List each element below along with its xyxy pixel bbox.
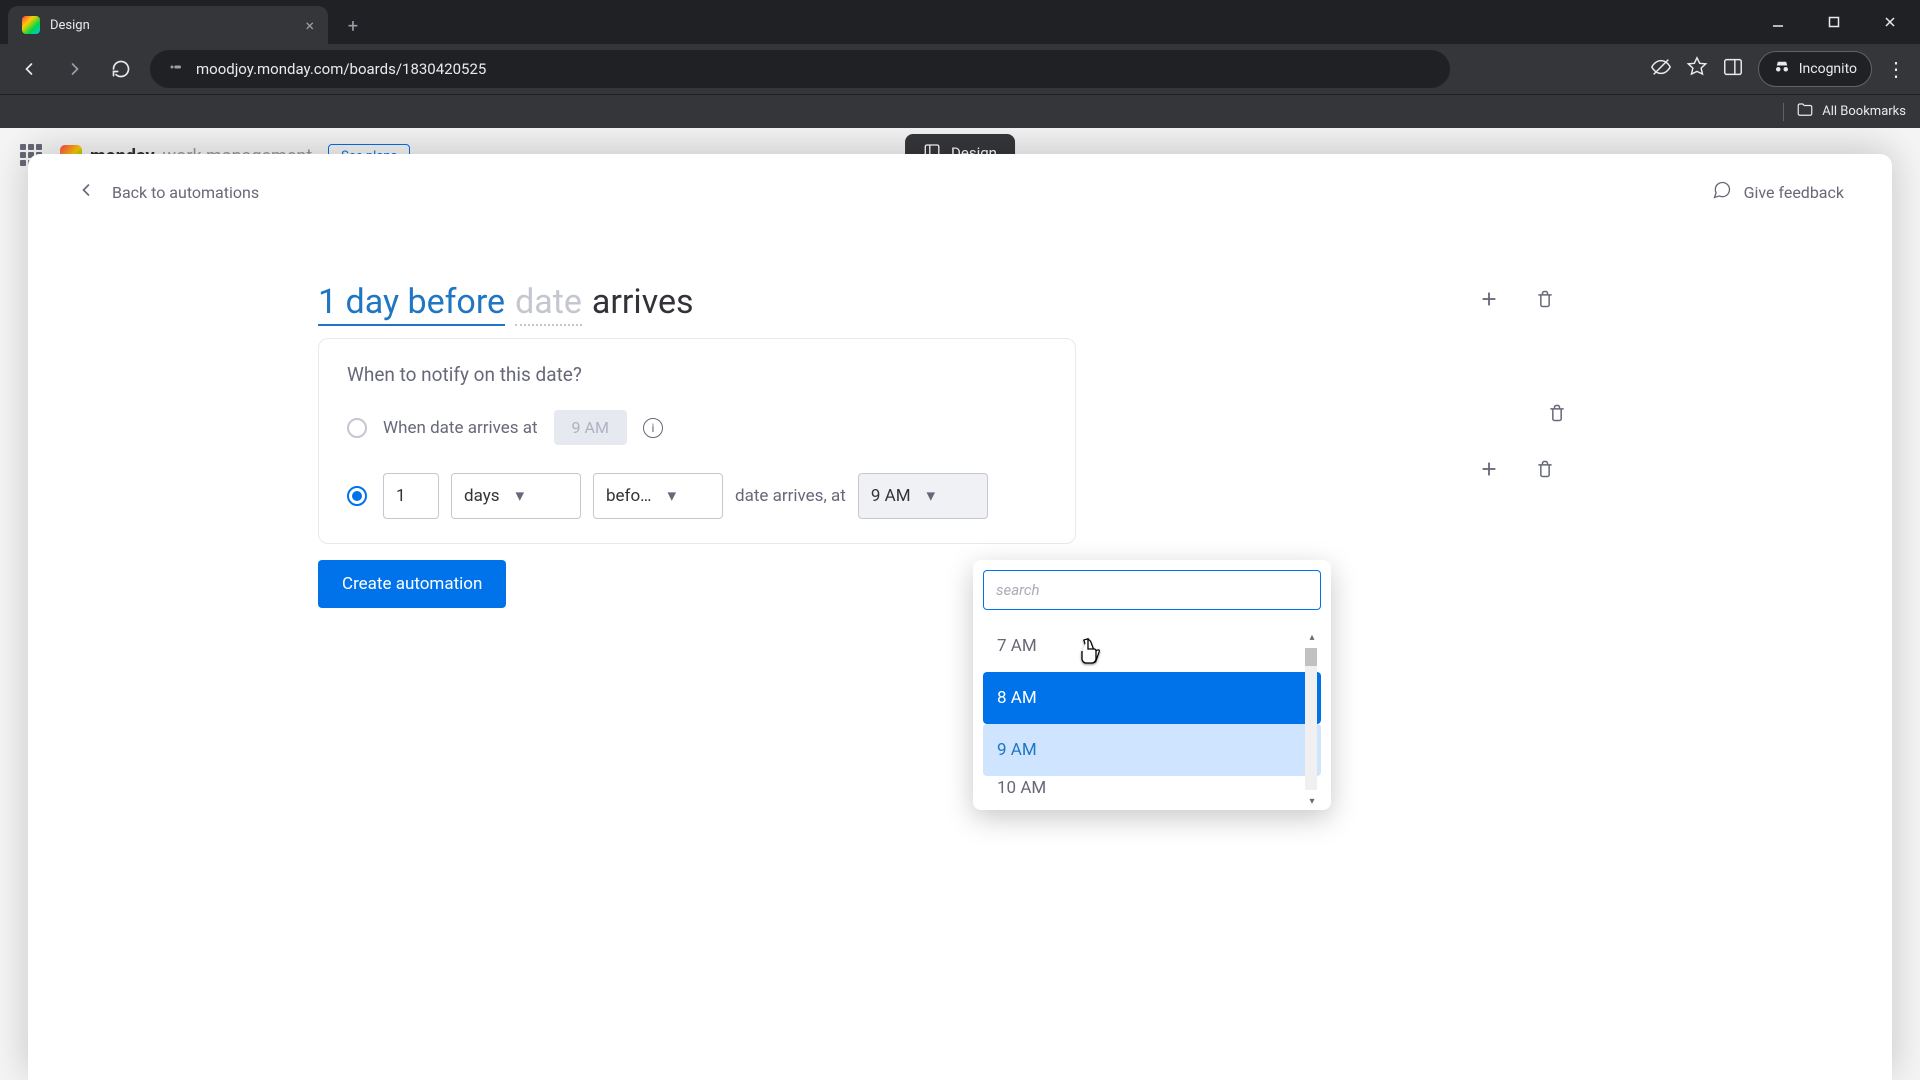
- relation-select-value: befo…: [606, 486, 652, 506]
- address-bar[interactable]: moodjoy.monday.com/boards/1830420525: [150, 50, 1450, 88]
- back-to-automations-link[interactable]: Back to automations: [76, 180, 259, 204]
- scroll-track[interactable]: [1305, 648, 1317, 790]
- option2-mid-text: date arrives, at: [735, 486, 846, 506]
- incognito-icon: [1773, 58, 1791, 80]
- scroll-down-icon[interactable]: ▾: [1305, 794, 1319, 806]
- create-automation-button[interactable]: Create automation: [318, 560, 506, 608]
- dropdown-search-input[interactable]: [983, 570, 1321, 610]
- forward-button[interactable]: [58, 52, 92, 86]
- notify-options-card: When to notify on this date? When date a…: [318, 338, 1076, 544]
- dropdown-item-7am[interactable]: 7 AM: [983, 620, 1321, 672]
- bookmarks-bar: All Bookmarks: [0, 94, 1920, 128]
- close-tab-icon[interactable]: ×: [305, 16, 314, 35]
- option-offset[interactable]: days ▾ befo… ▾ date arrives, at 9 AM ▾: [347, 473, 1047, 519]
- tab-title: Design: [50, 18, 90, 33]
- info-icon[interactable]: i: [643, 418, 663, 438]
- radio-option-2[interactable]: [347, 486, 367, 506]
- sentence-count-link[interactable]: 1 day before: [318, 282, 505, 326]
- card-title: When to notify on this date?: [347, 363, 1047, 386]
- automation-modal: Back to automations Give feedback 1 day …: [28, 154, 1892, 1080]
- chat-icon: [1712, 180, 1732, 204]
- favicon-icon: [22, 16, 40, 34]
- side-panel-icon[interactable]: [1722, 56, 1744, 82]
- unit-select[interactable]: days ▾: [451, 473, 581, 519]
- chevron-left-icon: [76, 180, 96, 204]
- eye-off-icon[interactable]: [1650, 56, 1672, 82]
- folder-icon: [1796, 101, 1814, 123]
- menu-dots-icon[interactable]: ⋮: [1886, 57, 1906, 81]
- time-dropdown-panel: 7 AM 8 AM 9 AM 10 AM ▴ ▾: [973, 560, 1331, 810]
- delete-step-button[interactable]: [1532, 286, 1558, 312]
- sentence-date-placeholder[interactable]: date: [515, 282, 582, 326]
- site-info-icon[interactable]: [166, 58, 184, 80]
- option-when-arrives[interactable]: When date arrives at 9 AM i: [347, 410, 1047, 445]
- tab-strip: Design × +: [0, 0, 1920, 44]
- dropdown-item-9am[interactable]: 9 AM: [983, 724, 1321, 776]
- offset-number-input[interactable]: [383, 473, 439, 519]
- browser-tab[interactable]: Design ×: [8, 6, 328, 44]
- dropdown-list[interactable]: 7 AM 8 AM 9 AM 10 AM ▴ ▾: [983, 620, 1321, 806]
- dropdown-item-8am[interactable]: 8 AM: [983, 672, 1321, 724]
- incognito-badge[interactable]: Incognito: [1758, 51, 1872, 87]
- scroll-thumb[interactable]: [1305, 648, 1317, 666]
- browser-chrome: Design × + moodjoy.monday.com/boards/183…: [0, 0, 1920, 128]
- chevron-down-icon: ▾: [927, 486, 936, 506]
- sentence-tail: arrives: [592, 282, 694, 322]
- page-viewport: monday work management See plans Design …: [0, 128, 1920, 1080]
- feedback-label: Give feedback: [1744, 183, 1844, 202]
- back-button[interactable]: [12, 52, 46, 86]
- incognito-label: Incognito: [1799, 61, 1857, 77]
- option1-label: When date arrives at: [383, 418, 538, 438]
- automation-sentence: 1 day before date arrives: [318, 282, 1892, 326]
- minimize-button[interactable]: [1756, 6, 1800, 38]
- chevron-down-icon: ▾: [516, 486, 525, 506]
- bookmark-star-icon[interactable]: [1686, 56, 1708, 82]
- maximize-button[interactable]: [1812, 6, 1856, 38]
- dropdown-item-10am[interactable]: 10 AM: [983, 776, 1321, 806]
- scroll-up-icon[interactable]: ▴: [1305, 630, 1319, 644]
- option1-time-chip: 9 AM: [554, 410, 627, 445]
- all-bookmarks-link[interactable]: All Bookmarks: [1822, 104, 1906, 119]
- add-step-button-3[interactable]: [1476, 456, 1502, 482]
- give-feedback-link[interactable]: Give feedback: [1712, 180, 1844, 204]
- dropdown-scrollbar[interactable]: ▴ ▾: [1305, 630, 1319, 806]
- close-window-button[interactable]: [1868, 6, 1912, 38]
- relation-select[interactable]: befo… ▾: [593, 473, 723, 519]
- add-step-button[interactable]: [1476, 286, 1502, 312]
- time-select[interactable]: 9 AM ▾: [858, 473, 988, 519]
- new-tab-button[interactable]: +: [338, 11, 368, 41]
- delete-step-button-2[interactable]: [1544, 400, 1570, 426]
- address-bar-row: moodjoy.monday.com/boards/1830420525 Inc…: [0, 44, 1920, 94]
- back-label: Back to automations: [112, 183, 259, 202]
- url-text: moodjoy.monday.com/boards/1830420525: [196, 60, 486, 78]
- time-select-value: 9 AM: [871, 486, 911, 506]
- unit-select-value: days: [464, 486, 500, 506]
- chevron-down-icon: ▾: [668, 486, 677, 506]
- modal-header: Back to automations Give feedback: [28, 154, 1892, 230]
- reload-button[interactable]: [104, 52, 138, 86]
- delete-step-button-3[interactable]: [1532, 456, 1558, 482]
- radio-option-1[interactable]: [347, 418, 367, 438]
